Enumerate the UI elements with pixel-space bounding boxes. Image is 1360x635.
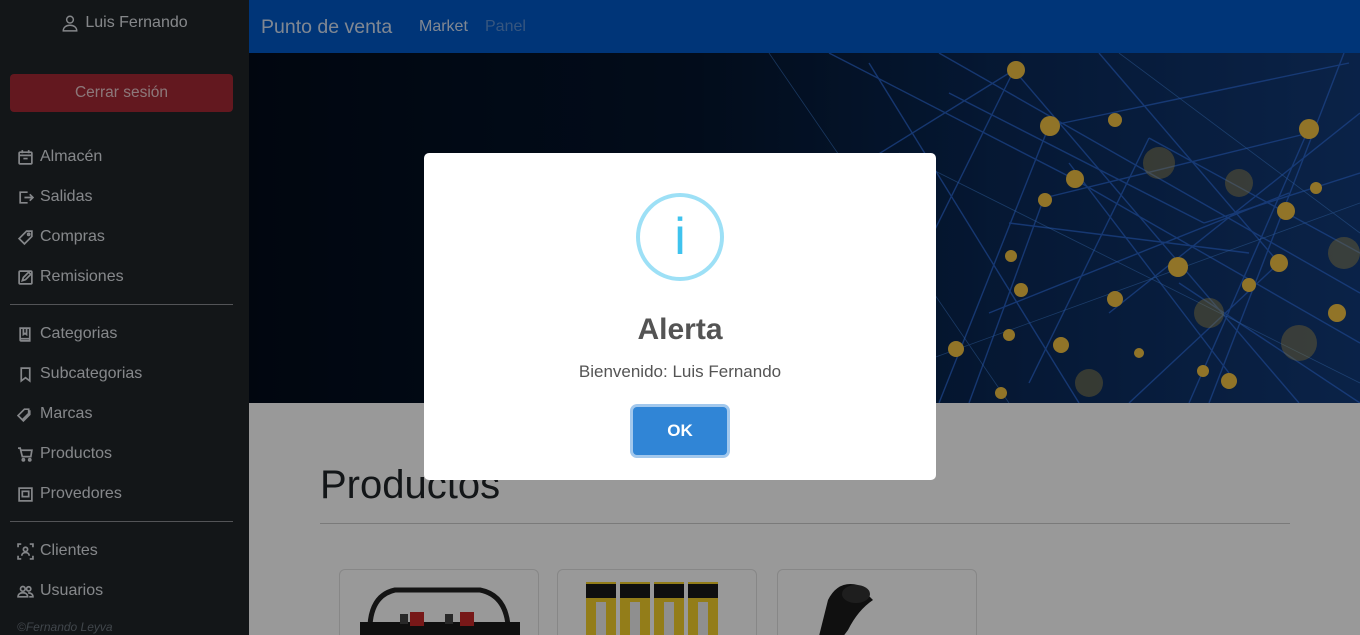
dialog-message: Bienvenido: Luis Fernando	[578, 362, 782, 381]
ok-button[interactable]: OK	[633, 407, 727, 455]
info-glyph: i	[674, 208, 686, 266]
alert-dialog: i Alerta Bienvenido: Luis Fernando OK	[424, 153, 936, 480]
dialog-title: Alerta	[637, 313, 723, 346]
info-icon: i	[636, 193, 724, 281]
